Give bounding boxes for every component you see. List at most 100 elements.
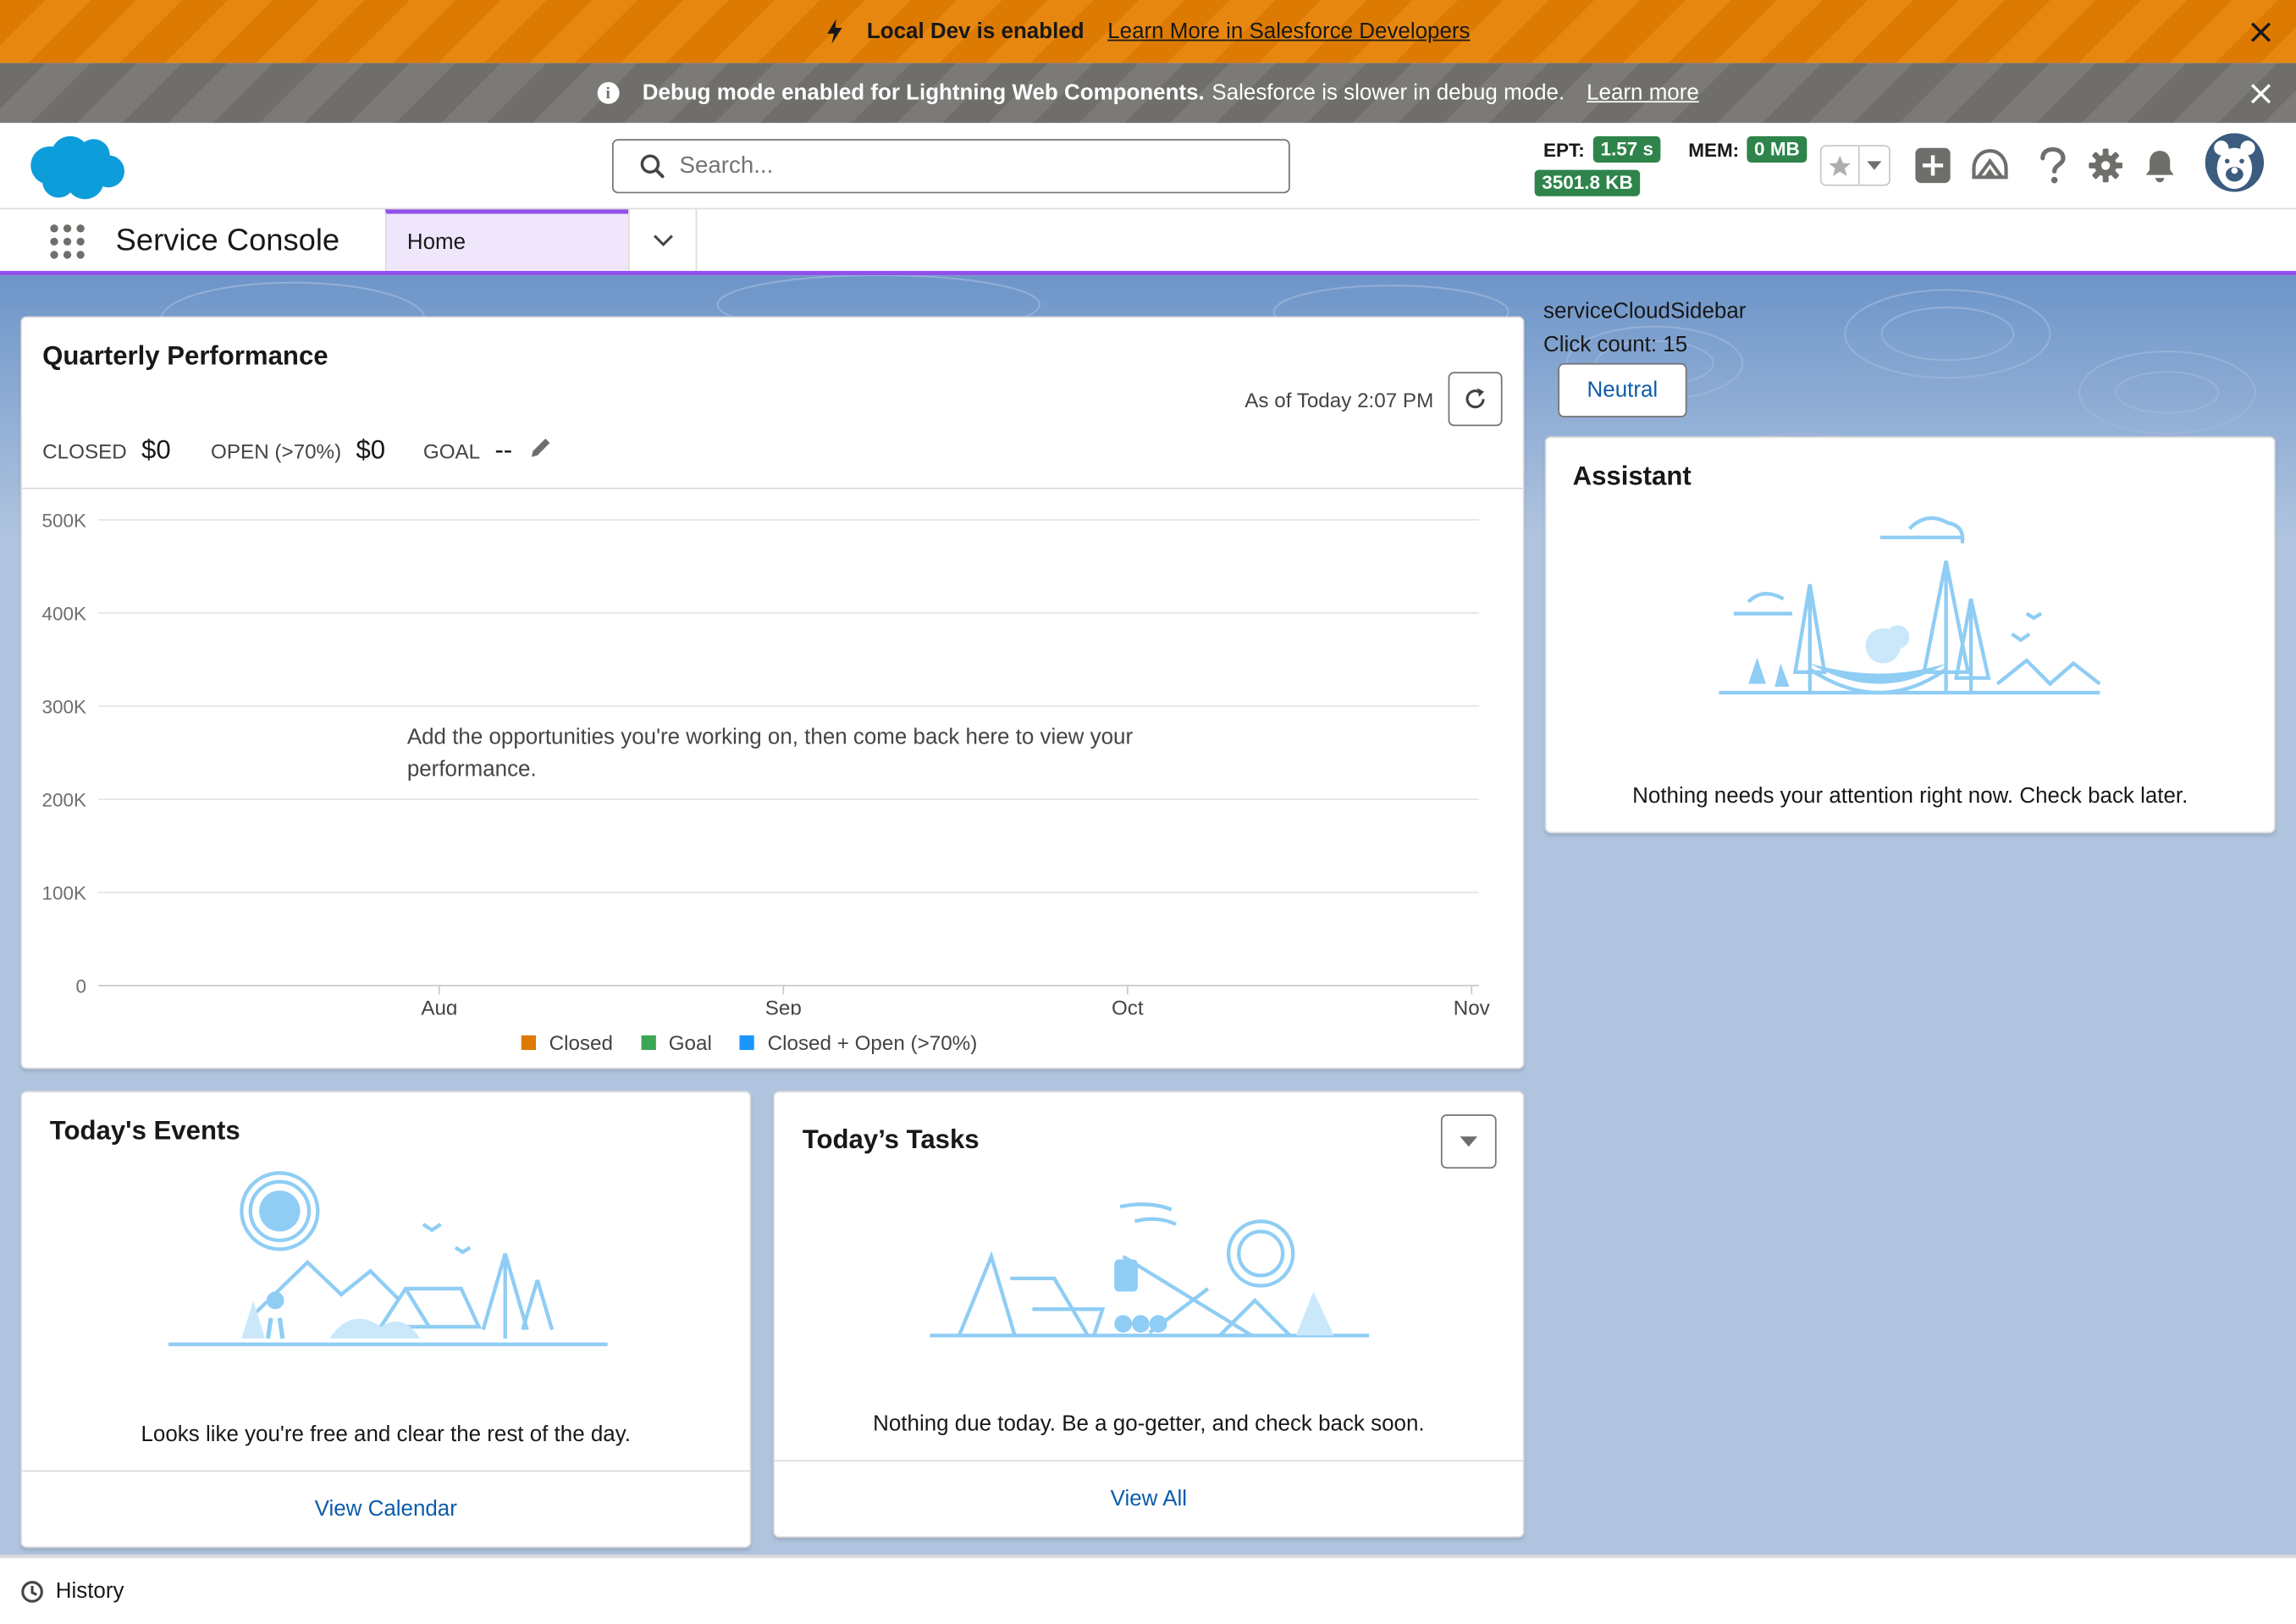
app-launcher-icon[interactable] (48, 223, 86, 261)
tasks-footer: View All (774, 1460, 1523, 1536)
quarterly-performance-card: Quarterly Performance As of Today 2:07 P… (20, 316, 1525, 1069)
x-tick-label: Nov (1454, 997, 1491, 1015)
y-tick-label: 300K (42, 697, 86, 718)
tasks-menu-button[interactable] (1440, 1114, 1497, 1169)
bear-avatar-icon (2205, 133, 2264, 192)
tab-home[interactable]: Home (384, 209, 628, 271)
x-tick-label: Sep (765, 997, 802, 1015)
legend-label-goal: Goal (668, 1030, 712, 1055)
app-frame: Local Dev is enabled Learn More in Sales… (0, 0, 2296, 1624)
view-calendar-link[interactable]: View Calendar (315, 1497, 457, 1522)
notifications-button[interactable] (2141, 146, 2179, 185)
global-actions-button[interactable] (1914, 146, 1952, 185)
app-nav-bar: Service Console Home (0, 209, 2296, 276)
favorites-group (1819, 145, 1890, 186)
events-empty-message: Looks like you're free and clear the res… (141, 1422, 631, 1447)
assistant-empty-message: Nothing needs your attention right now. … (1632, 783, 2188, 809)
goal-metric: GOAL -- (423, 435, 552, 466)
learn-more-link[interactable]: Learn more (1587, 80, 1699, 105)
legend-swatch-goal (640, 1035, 656, 1051)
todays-tasks-title: Today’s Tasks (802, 1124, 980, 1154)
legend-label-closed: Closed (549, 1030, 613, 1055)
refresh-icon (1465, 388, 1485, 409)
y-tick-label: 0 (76, 976, 87, 997)
setup-button[interactable] (2087, 146, 2125, 185)
help-button[interactable] (2034, 146, 2072, 185)
app-name: Service Console (115, 224, 340, 258)
click-count: Click count: 15 (1543, 332, 1688, 357)
global-header: EPT: 1.57 s MEM: 0 MB 3501.8 KB (0, 123, 2296, 210)
legend-swatch-closed (521, 1035, 537, 1051)
chevron-down-icon (1460, 1135, 1478, 1146)
assistant-card: Assistant Nothing needs your attention r… (1544, 436, 2276, 834)
closed-label: CLOSED (42, 439, 127, 463)
close-icon[interactable] (2249, 19, 2273, 43)
lounge-chair-illustration (930, 1202, 1370, 1338)
open-metric: OPEN (>70%) $0 (211, 435, 385, 466)
as-of-timestamp: As of Today 2:07 PM (1245, 388, 1434, 412)
sidebar-title: serviceCloudSidebar (1543, 298, 1747, 324)
camping-illustration (168, 1171, 608, 1346)
mem-label: MEM: (1688, 139, 1740, 162)
chart-empty-message: Add the opportunities you're working on,… (406, 721, 1238, 787)
ept-badge: 1.57 s (1592, 135, 1661, 163)
info-icon: i (597, 81, 620, 104)
search-input[interactable] (679, 152, 1236, 180)
view-all-tasks-link[interactable]: View All (1111, 1486, 1187, 1511)
navigation-menu-button[interactable] (627, 209, 698, 271)
learn-more-developers-link[interactable]: Learn More in Salesforce Developers (1107, 19, 1470, 43)
history-utility[interactable]: History (20, 1578, 124, 1604)
legend-swatch-closed-open (739, 1035, 755, 1051)
debug-mode-message: Salesforce is slower in debug mode. (1211, 80, 1565, 106)
trailhead-icon (1972, 149, 2008, 180)
y-tick-label: 500K (42, 511, 86, 532)
refresh-button[interactable] (1448, 372, 1503, 427)
chevron-down-icon (1867, 160, 1882, 169)
x-tick-label: Aug (421, 997, 457, 1015)
ept-label: EPT: (1543, 139, 1585, 162)
favorite-button[interactable] (1822, 146, 1860, 185)
bell-icon (2145, 151, 2174, 183)
user-avatar[interactable] (2205, 133, 2264, 192)
add-icon (1915, 147, 1951, 184)
local-dev-title: Local Dev is enabled (866, 19, 1085, 44)
y-tick-label: 100K (42, 883, 86, 904)
legend-item-closed: Closed (521, 1030, 613, 1055)
gear-icon (2089, 148, 2123, 183)
x-tick-label: Oct (1112, 997, 1144, 1015)
mem-badge: 0 MB (1747, 135, 1808, 163)
todays-tasks-card: Today’s Tasks Nothing due today. Be a go… (773, 1091, 1525, 1538)
legend-label-closed-open: Closed + Open (>70%) (767, 1030, 978, 1055)
salesforce-logo[interactable] (26, 133, 126, 203)
global-search[interactable] (611, 139, 1290, 194)
lightning-bolt-icon (827, 19, 842, 44)
quarterly-performance-title: Quarterly Performance (42, 340, 328, 371)
goal-label: GOAL (422, 439, 481, 463)
open-value: $0 (356, 434, 386, 465)
events-footer: View Calendar (21, 1470, 750, 1546)
closed-value: $0 (141, 434, 171, 465)
trailhead-button[interactable] (1971, 146, 2009, 185)
y-tick-label: 400K (42, 604, 86, 625)
debug-mode-banner: i Debug mode enabled for Lightning Web C… (0, 63, 2296, 124)
local-dev-banner: Local Dev is enabled Learn More in Sales… (0, 0, 2296, 64)
goal-value: -- (494, 434, 513, 465)
clock-icon (21, 1580, 43, 1602)
favorites-list-button[interactable] (1860, 146, 1890, 185)
help-icon (2040, 146, 2066, 184)
hammock-illustration (1719, 516, 2101, 695)
close-icon[interactable] (2249, 81, 2273, 105)
search-icon (640, 154, 665, 179)
legend-item-goal: Goal (640, 1030, 712, 1055)
utility-bar: History (0, 1555, 2296, 1624)
tasks-empty-message: Nothing due today. Be a go-getter, and c… (873, 1411, 1425, 1437)
chevron-down-icon (653, 234, 673, 246)
legend-item-closed-open: Closed + Open (>70%) (739, 1030, 978, 1055)
todays-events-card: Today's Events Looks like you're free an… (20, 1091, 752, 1549)
open-label: OPEN (>70%) (211, 439, 342, 463)
history-label: History (55, 1578, 124, 1604)
workspace: Quarterly Performance As of Today 2:07 P… (0, 275, 2296, 1555)
todays-events-title: Today's Events (49, 1115, 240, 1146)
neutral-button[interactable]: Neutral (1558, 362, 1687, 417)
edit-goal-icon[interactable] (530, 436, 552, 458)
